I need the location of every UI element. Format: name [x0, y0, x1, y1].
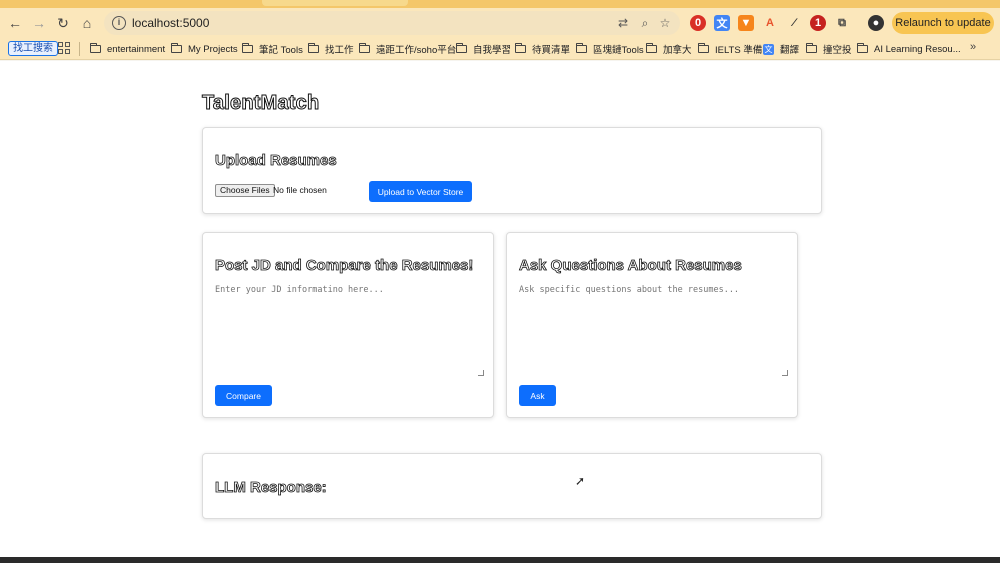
folder-icon [646, 43, 657, 53]
bookmark-canada[interactable]: 加拿大 [646, 41, 692, 57]
folder-icon [242, 43, 253, 53]
bookmark-label: 筆記 Tools [259, 45, 303, 56]
question-textarea[interactable] [519, 285, 789, 377]
zoom-icon[interactable]: ⌕ [638, 16, 652, 30]
bookmark-my-projects[interactable]: My Projects [171, 41, 238, 57]
folder-icon [515, 43, 526, 53]
bookmark-label: My Projects [188, 43, 238, 55]
browser-toolbar: ← → ↻ ⌂ i localhost:5000 ⇄ ⌕ ☆ 0 文 ▼ A ∕… [0, 8, 1000, 38]
translate-icon: 文 [763, 43, 774, 55]
bookmark-find-job[interactable]: 找工作 [308, 41, 354, 57]
compare-button[interactable]: Compare [215, 385, 272, 406]
bookmark-label: 加拿大 [663, 45, 692, 56]
bookmarks-bar: 找工搜索 entertainment My Projects 筆記 Tools … [0, 38, 1000, 60]
extension-fox-icon[interactable]: ▼ [738, 15, 754, 31]
extension-translate-icon[interactable]: 文 [714, 15, 730, 31]
upload-heading: Upload Resumes [215, 152, 338, 170]
folder-icon [359, 43, 370, 53]
profile-avatar[interactable]: ● [868, 15, 884, 31]
bookmark-entertainment[interactable]: entertainment [90, 41, 165, 57]
url-text: localhost:5000 [132, 16, 210, 30]
window-bottom-edge [0, 557, 1000, 563]
folder-icon [308, 43, 319, 53]
folder-icon [90, 43, 101, 53]
relaunch-button[interactable]: Relaunch to update [892, 12, 994, 34]
upload-card: Upload Resumes Choose Files No file chos… [202, 127, 822, 214]
extension-badge-icon[interactable]: 1 [810, 15, 826, 31]
response-heading: LLM Response: [215, 479, 327, 497]
folder-icon [698, 43, 709, 53]
tab-strip [0, 0, 1000, 8]
back-arrow-icon[interactable]: ← [6, 14, 24, 32]
ask-button[interactable]: Ask [519, 385, 556, 406]
extension-a-icon[interactable]: A [762, 15, 778, 31]
response-card: LLM Response: [202, 453, 822, 519]
active-tab[interactable] [262, 0, 408, 6]
site-info-icon[interactable]: i [112, 16, 126, 30]
folder-icon [456, 43, 467, 53]
page-content: TalentMatch Upload Resumes Choose Files … [0, 61, 1000, 557]
bookmark-shopping-list[interactable]: 待買清單 [515, 41, 570, 57]
extensions-puzzle-icon[interactable]: ⧉ [834, 15, 850, 31]
bookmark-label: entertainment [107, 43, 166, 55]
forward-arrow-icon[interactable]: → [30, 14, 48, 32]
bookmark-label: IELTS 準備 [715, 45, 763, 56]
compare-card: Post JD and Compare the Resumes! Compare [202, 232, 494, 418]
ask-heading: Ask Questions About Resumes [519, 257, 743, 275]
extension-red-icon[interactable]: 0 [690, 15, 706, 31]
page-title: TalentMatch [201, 92, 320, 115]
bookmark-label: 找工作 [325, 45, 354, 56]
folder-icon [806, 43, 817, 53]
bookmark-label: 撞空投 [823, 45, 852, 56]
bookmark-label: 待買清單 [532, 45, 571, 56]
jd-textarea[interactable] [215, 285, 485, 377]
bookmark-blockchain-tools[interactable]: 區塊鏈Tools [576, 41, 644, 57]
ask-card: Ask Questions About Resumes Ask [506, 232, 798, 418]
address-bar[interactable]: i localhost:5000 ⇄ ⌕ ☆ [104, 11, 680, 35]
extension-feather-icon[interactable]: ∕ [786, 15, 802, 31]
bookmarks-overflow-icon[interactable]: » [970, 41, 976, 53]
bookmark-label: 翻譯 [780, 45, 800, 56]
bookmark-remote-work[interactable]: 遠距工作/soho平台 [359, 41, 456, 57]
bookmark-ielts[interactable]: IELTS 準備 [698, 41, 762, 57]
bookmarks-divider [79, 42, 80, 56]
bookmark-label: AI Learning Resou... [874, 43, 961, 55]
folder-icon [857, 43, 868, 53]
bookmark-ai-learning[interactable]: AI Learning Resou... [857, 41, 961, 57]
resize-handle-icon[interactable] [782, 370, 788, 376]
bookmark-job-search[interactable]: 找工搜索 [8, 41, 58, 56]
bookmark-translate[interactable]: 文翻譯 [763, 41, 799, 57]
folder-icon [171, 43, 182, 53]
choose-files-button[interactable]: Choose Files [215, 184, 275, 197]
extension-badge-count: 1 [814, 17, 822, 29]
bookmark-label: 遠距工作/soho平台 [376, 45, 457, 56]
bookmark-airdrop[interactable]: 撞空投 [806, 41, 852, 57]
reload-icon[interactable]: ↻ [54, 14, 72, 32]
translate-icon[interactable]: ⇄ [616, 16, 630, 30]
bookmark-label: 區塊鏈Tools [593, 45, 644, 56]
bookmark-label: 自我學習 [473, 45, 512, 56]
mouse-cursor-icon: ➚ [575, 474, 586, 488]
bookmark-self-learning[interactable]: 自我學習 [456, 41, 511, 57]
resize-handle-icon[interactable] [478, 370, 484, 376]
bookmark-star-icon[interactable]: ☆ [658, 16, 672, 30]
folder-icon [576, 43, 587, 53]
compare-heading: Post JD and Compare the Resumes! [215, 257, 474, 275]
apps-grid-icon[interactable] [58, 42, 70, 54]
upload-button[interactable]: Upload to Vector Store [369, 181, 472, 202]
file-status-label: No file chosen [273, 185, 327, 195]
bookmark-notes-tools[interactable]: 筆記 Tools [242, 41, 303, 57]
home-icon[interactable]: ⌂ [78, 14, 96, 32]
